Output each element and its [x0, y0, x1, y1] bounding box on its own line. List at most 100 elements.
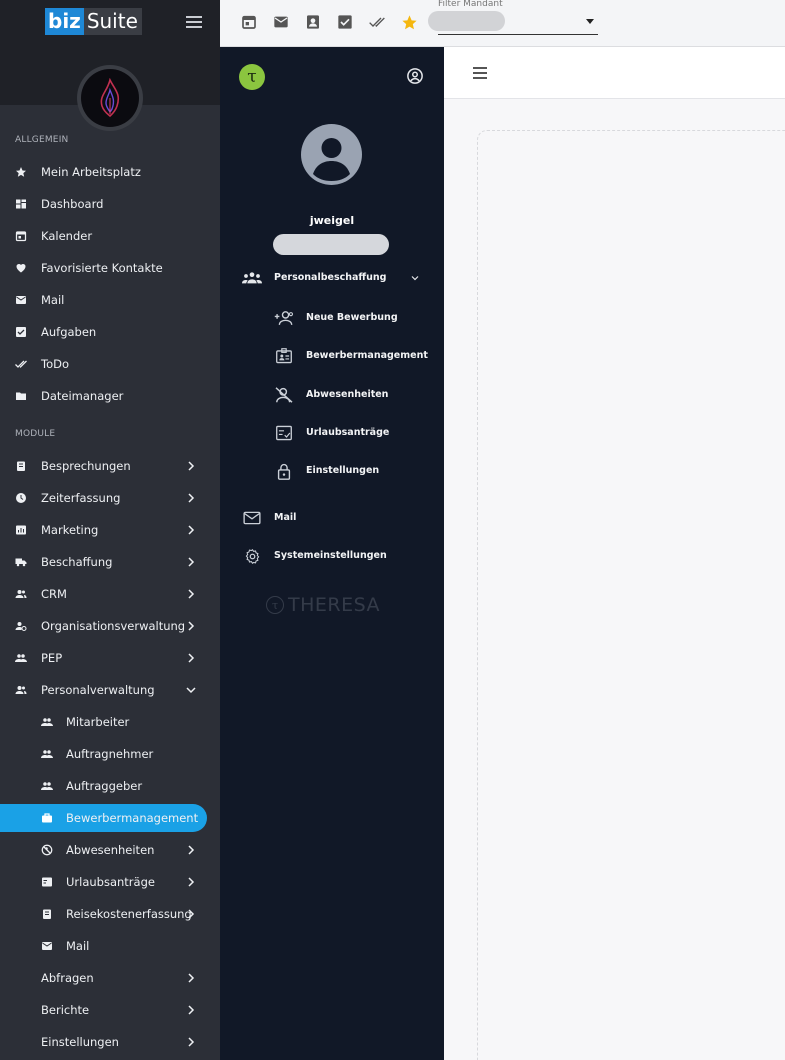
sidebar-item-pep[interactable]: PEP — [0, 644, 220, 672]
panel-item-bewerbermanagement[interactable]: Bewerbermanagement — [220, 344, 444, 368]
panel-item-systemeinstellungen[interactable]: Systemeinstellungen — [220, 544, 444, 568]
sidebar-item-zeiterfassung[interactable]: Zeiterfassung — [0, 484, 220, 512]
content-card — [477, 130, 785, 1060]
sidebar-item-label: Personalverwaltung — [41, 683, 155, 697]
sidebar-item-mitarbeiter[interactable]: Mitarbeiter — [0, 708, 220, 736]
theresa-wordmark: THERESA — [288, 594, 381, 616]
sidebar-item-label: Urlaubsanträge — [66, 875, 155, 889]
calendar-icon[interactable] — [240, 13, 258, 31]
sidebar-item-abwesenheiten[interactable]: Abwesenheiten — [0, 836, 220, 864]
panel-item-abwesenheiten[interactable]: Abwesenheiten — [220, 383, 444, 407]
sidebar-item-label: Favorisierte Kontakte — [41, 261, 163, 275]
logo-suite: Suite — [83, 8, 142, 35]
dashboard-icon — [15, 198, 27, 210]
sidebar-item-aufgaben[interactable]: Aufgaben — [0, 318, 220, 346]
sidebar-item-dateimanager[interactable]: Dateimanager — [0, 382, 220, 410]
person-gear-icon — [15, 620, 27, 632]
sidebar-item-label: Kalender — [41, 229, 93, 243]
checkbox-icon[interactable] — [336, 13, 354, 31]
chevron-right-icon — [188, 1037, 195, 1047]
sidebar-item-personalverwaltung[interactable]: Personalverwaltung — [0, 676, 220, 704]
checkbox-icon — [15, 326, 27, 338]
lock-icon — [274, 462, 294, 480]
form-check-icon — [274, 424, 294, 442]
chevron-right-icon — [188, 493, 195, 503]
caret-down-icon — [586, 19, 594, 24]
panel-item-label: Urlaubsanträge — [306, 427, 390, 438]
mail-icon[interactable] — [272, 13, 290, 31]
theresa-logo-mark-icon: τ — [266, 596, 284, 614]
group-icon — [15, 652, 27, 664]
sidebar-item-label: Mein Arbeitsplatz — [41, 165, 141, 179]
panel-item-mail[interactable]: Mail — [220, 506, 444, 530]
sidebar-item-urlaubsantraege[interactable]: Urlaubsanträge — [0, 868, 220, 896]
sidebar-item-label: Aufgaben — [41, 325, 97, 339]
account-circle-icon[interactable] — [406, 67, 424, 85]
sidebar-item-label: PEP — [41, 651, 63, 665]
sidebar-item-abfragen[interactable]: Abfragen — [0, 964, 220, 992]
chevron-right-icon — [188, 973, 195, 983]
sidebar-item-label: Organisationsverwaltung — [41, 619, 186, 633]
contact-icon[interactable] — [304, 13, 322, 31]
sidebar-item-auftraggeber[interactable]: Auftraggeber — [0, 772, 220, 800]
sidebar-item-dashboard[interactable]: Dashboard — [0, 190, 220, 218]
group-icon — [41, 780, 53, 792]
chevron-right-icon — [188, 1005, 195, 1015]
section-label-general: ALLGEMEIN — [15, 135, 69, 145]
panel-item-label: Bewerbermanagement — [306, 350, 428, 361]
sidebar-item-crm[interactable]: CRM — [0, 580, 220, 608]
sidebar-item-kalender[interactable]: Kalender — [0, 222, 220, 250]
panel-item-neue-bewerbung[interactable]: Neue Bewerbung — [220, 306, 444, 330]
user-role-redacted — [273, 234, 389, 255]
panel-item-urlaubsantraege[interactable]: Urlaubsanträge — [220, 421, 444, 445]
panel-item-label: Neue Bewerbung — [306, 312, 398, 323]
chevron-right-icon — [188, 461, 195, 471]
truck-icon — [15, 556, 27, 568]
star-icon[interactable] — [400, 13, 418, 31]
mail-icon — [41, 940, 53, 952]
sidebar-item-todo[interactable]: ToDo — [0, 350, 220, 378]
calendar-icon — [15, 230, 27, 242]
sidebar-item-mail[interactable]: Mail — [0, 286, 220, 314]
sidebar-item-reisekostenerfassung[interactable]: Reisekostenerfassung — [0, 900, 220, 928]
app-logo[interactable]: biz Suite — [45, 8, 142, 35]
panel-item-label: Einstellungen — [306, 465, 380, 476]
people-icon — [15, 588, 27, 600]
user-avatar[interactable] — [301, 124, 362, 185]
sidebar-item-beschaffung[interactable]: Beschaffung — [0, 548, 220, 576]
sidebar-item-besprechungen[interactable]: Besprechungen — [0, 452, 220, 480]
sidebar-item-organisationsverwaltung[interactable]: Organisationsverwaltung — [0, 612, 220, 640]
sidebar-item-label: Marketing — [41, 523, 99, 537]
chevron-right-icon — [188, 525, 195, 535]
sidebar-menu-toggle-icon[interactable] — [186, 16, 202, 28]
filter-mandant-select[interactable] — [428, 10, 598, 35]
top-toolbar: Filter Mandant — [220, 0, 785, 47]
theresa-watermark: τ THERESA — [266, 594, 380, 616]
people-add-icon — [242, 269, 262, 287]
sidebar-item-label: Mail — [41, 293, 65, 307]
sidebar-item-mein-arbeitsplatz[interactable]: Mein Arbeitsplatz — [0, 158, 220, 186]
theresa-logo-icon[interactable]: τ — [239, 64, 265, 90]
sidebar-item-label: Berichte — [41, 1003, 90, 1017]
sidebar-item-einstellungen[interactable]: Einstellungen — [0, 1028, 220, 1056]
double-check-icon[interactable] — [366, 13, 388, 31]
menu-icon[interactable] — [473, 67, 487, 79]
clock-icon — [15, 492, 27, 504]
id-card-icon — [274, 347, 294, 365]
heart-icon — [15, 262, 27, 274]
group-icon — [41, 716, 53, 728]
sidebar-item-label: Auftragnehmer — [66, 747, 154, 761]
sidebar-item-marketing[interactable]: Marketing — [0, 516, 220, 544]
panel-item-einstellungen[interactable]: Einstellungen — [220, 459, 444, 483]
panel-group-personalbeschaffung[interactable]: Personalbeschaffung — [220, 266, 444, 290]
logo-biz: biz — [45, 8, 84, 35]
sidebar-item-label: Dashboard — [41, 197, 104, 211]
sidebar-item-favorisierte-kontakte[interactable]: Favorisierte Kontakte — [0, 254, 220, 282]
panel-item-label: Mail — [274, 512, 297, 523]
company-avatar[interactable] — [77, 65, 143, 131]
sidebar-item-bewerbermanagement[interactable]: Bewerbermanagement — [0, 804, 207, 832]
sidebar-item-auftragnehmer[interactable]: Auftragnehmer — [0, 740, 220, 768]
sidebar-item-berichte[interactable]: Berichte — [0, 996, 220, 1024]
chevron-right-icon — [188, 621, 195, 631]
sidebar-item-personal-mail[interactable]: Mail — [0, 932, 220, 960]
